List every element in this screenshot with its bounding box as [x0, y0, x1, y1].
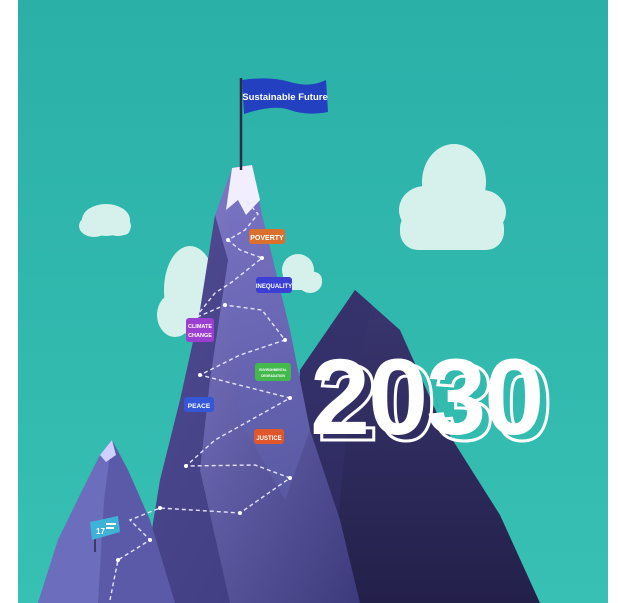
milestone-inequality: INEQUALITY [256, 277, 292, 293]
milestone-peace: PEACE [184, 397, 214, 412]
illustration-scene: 2030 2030 Sustainable Future POVERTY INE… [0, 0, 618, 603]
milestone-poverty-label: POVERTY [250, 235, 284, 242]
goals-sign-number: 17 [96, 527, 105, 536]
milestone-inequality-label: INEQUALITY [256, 284, 292, 290]
milestone-justice-label: JUSTICE [256, 436, 281, 442]
milestone-poverty: POVERTY [249, 229, 285, 244]
frame-left [0, 0, 18, 603]
frame-right [608, 0, 618, 603]
flag-text: Sustainable Future [242, 92, 328, 103]
milestone-peace-label: PEACE [188, 403, 211, 410]
milestone-environmental-degradation: ENVIRONMENTAL DEGRADATION [255, 363, 291, 381]
year-text: 2030 [310, 336, 542, 457]
milestone-climate-change: CLIMATE CHANGE [186, 318, 214, 342]
milestone-environmental-label-line1: ENVIRONMENTAL [259, 368, 287, 372]
milestone-climate-label-line1: CLIMATE [188, 324, 212, 330]
milestone-justice: JUSTICE [254, 429, 284, 444]
milestone-climate-label-line2: CHANGE [188, 333, 212, 339]
milestone-environmental-label-line2: DEGRADATION [261, 374, 285, 378]
